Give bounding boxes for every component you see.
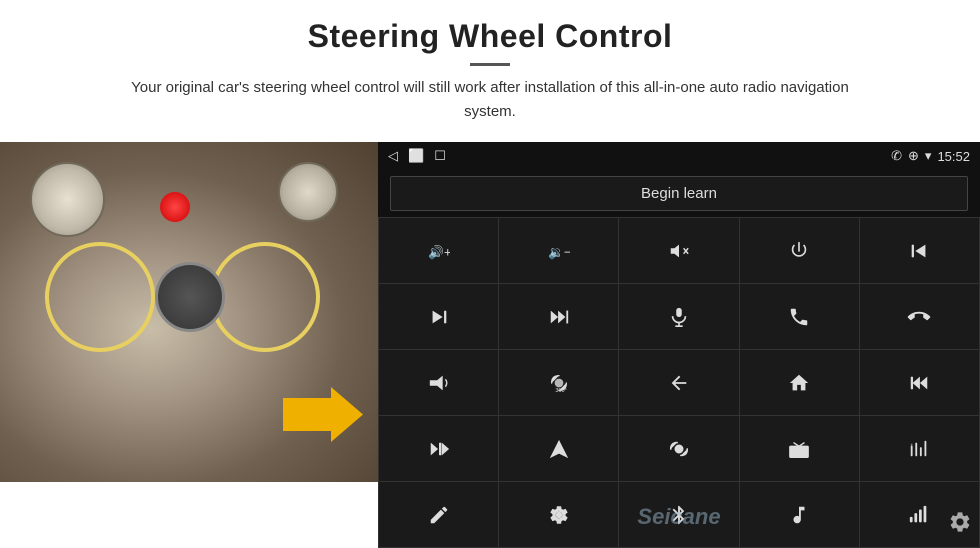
home-nav-button[interactable] [740,350,859,415]
wifi-status-icon: ▾ [925,148,932,164]
vol-up-button[interactable]: 🔊+ [379,218,498,283]
subtitle: Your original car's steering wheel contr… [110,76,870,124]
pen-button[interactable] [379,482,498,547]
car-image-area [0,142,378,482]
phone-end-button[interactable] [860,284,979,349]
header-section: Steering Wheel Control Your original car… [0,0,980,134]
recents-nav-icon[interactable]: ☐ [434,148,446,164]
music-button[interactable] [740,482,859,547]
phone-status-icon: ✆ [891,148,902,164]
gear-settings-icon[interactable] [948,510,972,540]
head-unit-wrapper: ◁ ⬜ ☐ ✆ ⊕ ▾ 15:52 Begin learn [378,142,980,548]
time-display: 15:52 [937,149,970,164]
title-divider [470,63,510,66]
svg-text:🔊+: 🔊+ [428,243,450,260]
status-left: ◁ ⬜ ☐ [388,148,446,164]
home-nav-icon[interactable]: ⬜ [408,148,424,164]
horn-button[interactable] [379,350,498,415]
begin-learn-button[interactable]: Begin learn [390,176,968,211]
next-track-button[interactable] [379,284,498,349]
sw-circle-right [210,242,320,352]
content-section: ◁ ⬜ ☐ ✆ ⊕ ▾ 15:52 Begin learn [0,142,980,548]
bluetooth-button[interactable] [619,482,738,547]
phone-answer-button[interactable] [740,284,859,349]
settings-button[interactable] [499,482,618,547]
rewind-button[interactable] [860,350,979,415]
vol-down-button[interactable]: 🔉− [499,218,618,283]
camera-360-button[interactable]: 360° [499,350,618,415]
back-nav-button[interactable] [619,350,738,415]
page-container: Steering Wheel Control Your original car… [0,0,980,548]
svg-text:🔉−: 🔉− [548,244,570,260]
sw-center [155,262,225,332]
sw-circle-left [45,242,155,352]
navigate-button[interactable] [499,416,618,481]
location-status-icon: ⊕ [908,148,919,164]
radio-button[interactable] [740,416,859,481]
fast-forward-button[interactable] [499,284,618,349]
head-unit-screen: ◁ ⬜ ☐ ✆ ⊕ ▾ 15:52 Begin learn [378,142,980,548]
equalizer-button[interactable] [860,416,979,481]
power-button[interactable] [740,218,859,283]
page-title: Steering Wheel Control [60,18,920,55]
begin-learn-row: Begin learn [378,170,980,217]
speedo-right [278,162,338,222]
mute-button[interactable] [619,218,738,283]
skip-forward-button[interactable] [379,416,498,481]
microphone-button[interactable] [619,284,738,349]
svg-text:360°: 360° [555,388,566,394]
back-nav-icon[interactable]: ◁ [388,148,398,164]
status-bar: ◁ ⬜ ☐ ✆ ⊕ ▾ 15:52 [378,142,980,170]
prev-track-button[interactable] [860,218,979,283]
red-indicator [160,192,190,222]
status-right: ✆ ⊕ ▾ 15:52 [891,148,970,164]
source-button[interactable] [619,416,738,481]
control-grid: 🔊+ 🔉− [378,217,980,548]
speedo-left [30,162,105,237]
